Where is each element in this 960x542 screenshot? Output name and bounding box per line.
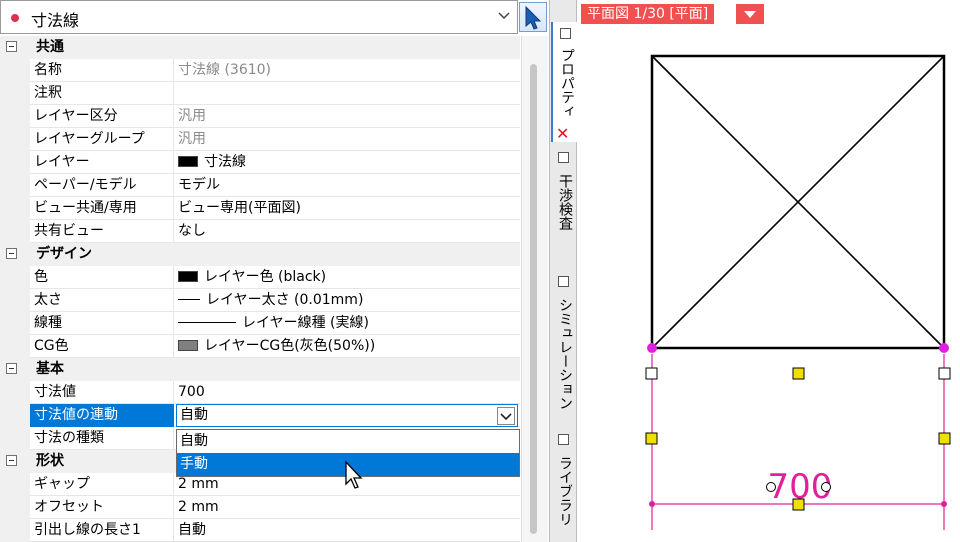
close-icon[interactable]: ✕ xyxy=(556,124,569,143)
grip-handle[interactable] xyxy=(645,367,658,380)
property-key: レイヤー区分 xyxy=(34,108,118,124)
grip-handle[interactable] xyxy=(792,367,805,380)
property-row-paper-model[interactable]: ペーパー/モデル モデル xyxy=(0,174,520,197)
property-key: ギャップ xyxy=(34,476,90,492)
property-value[interactable]: レイヤーCG色(灰色(50%)) xyxy=(178,335,518,358)
side-tab-strip: プロパティ ✕ 干渉検査 シミュレーション ライブラリ xyxy=(549,0,578,542)
property-row-dim-value[interactable]: 寸法値 700 xyxy=(0,381,520,404)
property-row-dim-link[interactable]: 寸法値の連動 自動 xyxy=(0,404,520,427)
grip-handle[interactable] xyxy=(938,432,951,445)
property-value[interactable]: 700 xyxy=(178,381,518,404)
property-row-name[interactable]: 名称 寸法線 (3610) xyxy=(0,59,520,82)
tab-library[interactable]: ライブラリ xyxy=(551,428,576,538)
property-key: ペーパー/モデル xyxy=(34,177,137,193)
property-value: 汎用 xyxy=(178,131,206,147)
property-value: 寸法線 (3610) xyxy=(178,62,272,78)
category-basic[interactable]: 基本 xyxy=(0,358,520,381)
interference-icon xyxy=(558,152,569,163)
mouse-cursor-icon xyxy=(345,460,363,489)
simulation-icon xyxy=(558,276,569,287)
property-row-note[interactable]: 注釈 xyxy=(0,82,520,105)
grip-handle[interactable] xyxy=(645,432,658,445)
line-weight-icon xyxy=(178,299,200,300)
property-value[interactable] xyxy=(178,82,518,105)
collapse-icon[interactable] xyxy=(6,363,17,374)
dropdown-option-auto[interactable]: 自動 xyxy=(177,430,519,453)
property-key: レイヤーグループ xyxy=(34,131,145,147)
property-value[interactable]: 自動 xyxy=(178,519,518,542)
collapse-icon[interactable] xyxy=(6,455,17,466)
dimension-tick xyxy=(649,501,655,507)
collapse-icon[interactable] xyxy=(6,248,17,259)
property-row-color[interactable]: 色 レイヤー色 (black) xyxy=(0,266,520,289)
element-type-selector[interactable]: 寸法線 xyxy=(0,0,518,34)
property-value[interactable]: 2 mm xyxy=(178,496,518,519)
color-swatch xyxy=(178,271,198,282)
property-value[interactable]: レイヤー色 (black) xyxy=(178,266,518,289)
color-swatch xyxy=(178,340,198,351)
property-row-layer-class[interactable]: レイヤー区分 汎用 xyxy=(0,105,520,128)
property-key: レイヤー xyxy=(34,154,90,170)
property-key: 注釈 xyxy=(34,85,62,101)
endpoint-marker[interactable] xyxy=(939,343,949,353)
grip-handle[interactable] xyxy=(938,367,951,380)
property-row-thickness[interactable]: 太さ レイヤー太さ (0.01mm) xyxy=(0,289,520,312)
property-row-cg-color[interactable]: CG色 レイヤーCG色(灰色(50%)) xyxy=(0,335,520,358)
property-row-layer-group[interactable]: レイヤーグループ 汎用 xyxy=(0,128,520,151)
property-row-layer[interactable]: レイヤー 寸法線 xyxy=(0,151,520,174)
endpoint-marker[interactable] xyxy=(647,343,657,353)
property-key: 共有ビュー xyxy=(34,223,104,239)
property-value[interactable]: レイヤー太さ (0.01mm) xyxy=(178,289,518,312)
property-key: オフセット xyxy=(34,499,104,515)
text-grip-handle[interactable] xyxy=(821,482,831,492)
property-value[interactable]: モデル xyxy=(178,174,518,197)
property-key: 色 xyxy=(34,269,48,285)
record-dot-icon xyxy=(11,14,19,22)
line-type-icon xyxy=(178,322,236,323)
property-key: 寸法の種類 xyxy=(34,430,104,446)
property-row-shared-view[interactable]: 共有ビュー なし xyxy=(0,220,520,243)
property-value[interactable]: なし xyxy=(178,220,518,243)
property-key: 寸法値の連動 xyxy=(30,404,174,427)
property-value[interactable]: 寸法線 xyxy=(178,151,518,174)
plan-drawing: 700 xyxy=(645,54,951,530)
collapse-icon[interactable] xyxy=(6,41,17,52)
property-row-leader-length[interactable]: 引出し線の長さ1 自動 xyxy=(0,519,520,542)
grip-handle[interactable] xyxy=(792,498,805,511)
category-design[interactable]: デザイン xyxy=(0,243,520,266)
dropdown-button[interactable] xyxy=(497,407,515,425)
category-common[interactable]: 共通 xyxy=(0,36,520,59)
property-key: 引出し線の長さ1 xyxy=(34,522,141,538)
property-key: 太さ xyxy=(34,292,62,308)
property-value[interactable]: レイヤー線種 (実線) xyxy=(178,312,518,335)
tab-interference-check[interactable]: 干渉検査 xyxy=(551,148,576,258)
property-grid: 共通 名称 寸法線 (3610) 注釈 レイヤー区分 汎用 レイヤーグループ 汎… xyxy=(0,36,548,542)
property-value[interactable]: ビュー専用(平面図) xyxy=(178,197,518,220)
color-swatch xyxy=(178,156,198,167)
property-key: 名称 xyxy=(34,62,62,78)
pin-icon xyxy=(560,28,571,39)
property-row-offset[interactable]: オフセット 2 mm xyxy=(0,496,520,519)
tab-simulation[interactable]: シミュレーション xyxy=(551,270,576,410)
library-icon xyxy=(558,434,569,445)
dimension-tick xyxy=(941,501,947,507)
property-row-linetype[interactable]: 線種 レイヤー線種 (実線) xyxy=(0,312,520,335)
dim-link-dropdown[interactable]: 自動 xyxy=(176,404,518,427)
scrollbar-thumb[interactable] xyxy=(530,64,537,534)
cursor-arrow-icon xyxy=(525,5,542,30)
property-value: 汎用 xyxy=(178,108,206,124)
select-element-button[interactable] xyxy=(519,2,547,32)
property-key: ビュー共通/専用 xyxy=(34,200,137,216)
property-key: CG色 xyxy=(34,338,69,354)
property-key: 線種 xyxy=(34,315,62,331)
text-grip-handle[interactable] xyxy=(766,482,776,492)
chevron-down-icon xyxy=(498,12,510,20)
property-row-view-common[interactable]: ビュー共通/専用 ビュー専用(平面図) xyxy=(0,197,520,220)
chevron-down-icon xyxy=(500,413,512,421)
selector-label: 寸法線 xyxy=(31,11,80,30)
property-key: 寸法値 xyxy=(34,384,76,400)
